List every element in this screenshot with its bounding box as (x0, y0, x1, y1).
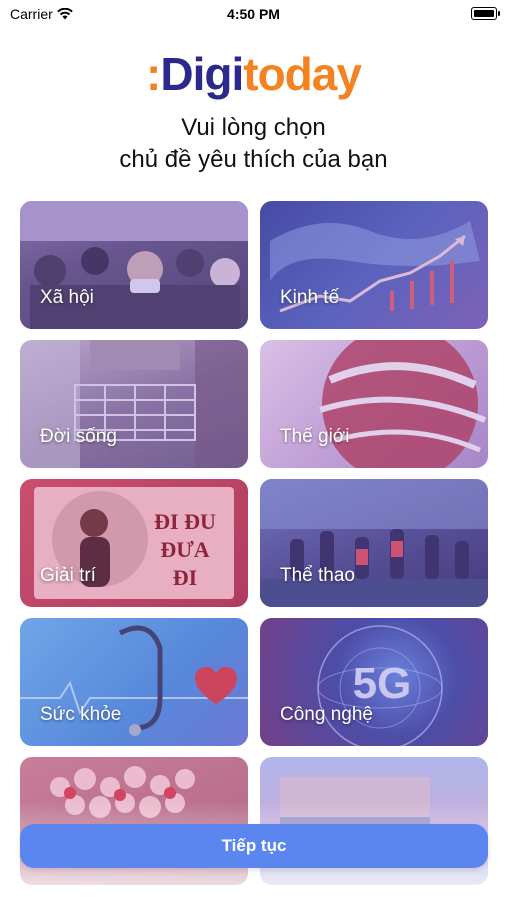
logo-digi: Digi (160, 48, 244, 100)
digitoday-logo: :Digitoday (0, 44, 507, 104)
topic-label: Xã hội (40, 287, 94, 308)
logo-today: today (243, 48, 362, 100)
page-heading: Vui lòng chọn chủ đề yêu thích của bạn (0, 112, 507, 176)
topic-label: Sức khỏe (40, 704, 122, 725)
topic-label: Giải trí (40, 565, 96, 586)
status-bar: Carrier 4:50 PM (0, 0, 507, 30)
topic-label: Kinh tế (280, 287, 340, 308)
status-time: 4:50 PM (227, 6, 280, 22)
topic-card-kinh-te[interactable]: Kinh tế (260, 201, 488, 329)
topic-card-the-gioi[interactable]: Thế giới (260, 340, 488, 468)
topic-card-suc-khoe[interactable]: Sức khỏe (20, 618, 248, 746)
heading-line-1: Vui lòng chọn (181, 114, 326, 141)
continue-button[interactable]: Tiếp tục (20, 824, 488, 868)
logo-colon: : (146, 48, 161, 100)
topic-card-giai-tri[interactable]: ĐI ĐU ĐƯA ĐI Giải trí (20, 479, 248, 607)
heading-line-2: chủ đề yêu thích của bạn (119, 146, 388, 173)
topic-card-the-thao[interactable]: Thể thao (260, 479, 488, 607)
topic-label: Công nghệ (280, 704, 373, 725)
topic-card-cong-nghe[interactable]: 5G Công nghệ (260, 618, 488, 746)
topic-label: Thế giới (280, 426, 350, 447)
topic-label: Đời sống (40, 426, 117, 447)
battery-icon (471, 7, 500, 20)
topic-label: Thể thao (280, 565, 355, 586)
topic-card-xa-hoi[interactable]: Xã hội (20, 201, 248, 329)
topic-card-doi-song[interactable]: Đời sống (20, 340, 248, 468)
